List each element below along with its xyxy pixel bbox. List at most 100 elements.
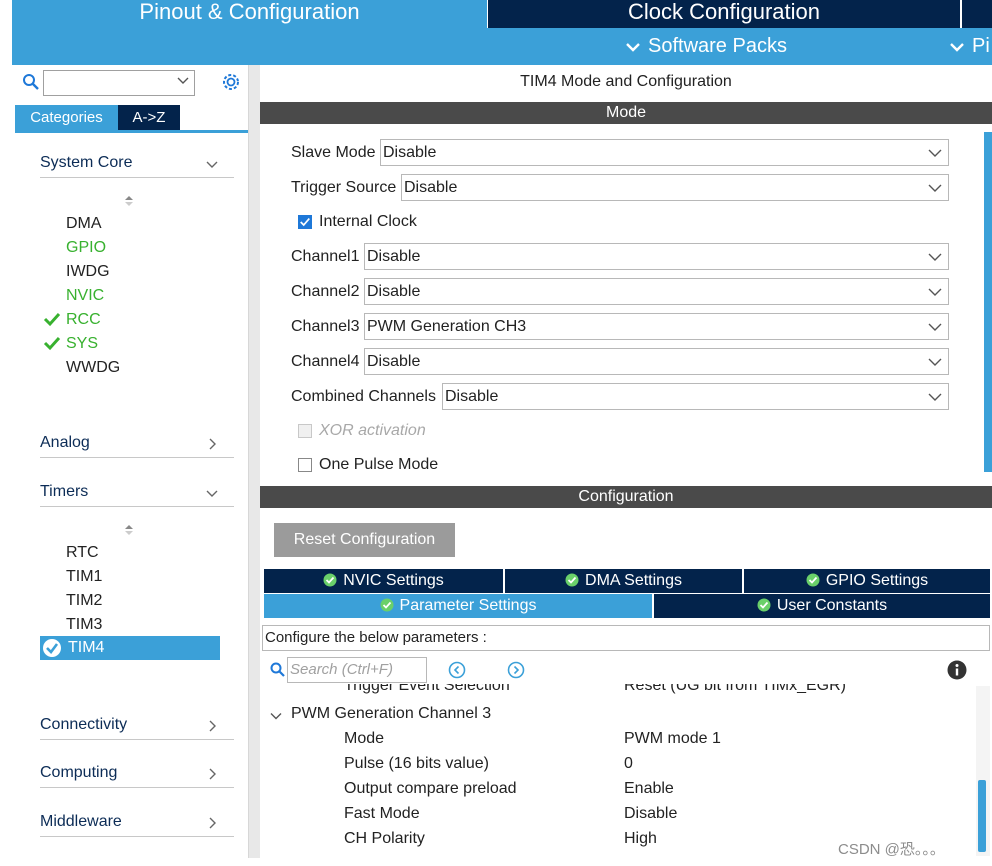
section-system-core[interactable]: System Core	[40, 150, 234, 178]
tab-parameter-settings[interactable]: Parameter Settings	[264, 594, 652, 618]
check-icon	[43, 312, 61, 327]
channel1-select[interactable]: Disable	[364, 243, 949, 270]
combined-channels-select[interactable]: Disable	[442, 383, 949, 410]
sidebar-item-gpio[interactable]: GPIO	[66, 238, 106, 258]
chevron-right-icon	[209, 720, 216, 732]
section-system-core-label: System Core	[40, 154, 133, 171]
chevron-right-circle-icon[interactable]	[507, 661, 525, 679]
section-analog[interactable]: Analog	[40, 430, 234, 458]
internal-clock-checkbox[interactable]	[298, 215, 312, 229]
slave-mode-value: Disable	[383, 144, 437, 161]
search-icon[interactable]	[22, 73, 40, 91]
tab-pinout-configuration[interactable]: Pinout & Configuration	[12, 0, 487, 28]
param-name: Output compare preload	[344, 780, 517, 797]
tab-parameter-label: Parameter Settings	[399, 597, 537, 614]
panel-splitter[interactable]	[249, 65, 260, 860]
section-connectivity[interactable]: Connectivity	[40, 712, 234, 740]
tab-user-constants[interactable]: User Constants	[654, 594, 990, 618]
sidebar-item-nvic[interactable]: NVIC	[66, 286, 104, 306]
combined-channels-label: Combined Channels	[291, 388, 436, 405]
chevron-down-icon	[177, 77, 189, 84]
param-group-pwm-ch3[interactable]: PWM Generation Channel 3	[291, 704, 491, 724]
sidebar-search-combo[interactable]	[43, 70, 195, 96]
mode-section-bar: Mode	[260, 102, 992, 124]
section-middleware[interactable]: Middleware	[40, 809, 234, 837]
slave-mode-select[interactable]: Disable	[380, 139, 949, 166]
section-analog-label: Analog	[40, 434, 90, 451]
channel1-value: Disable	[367, 248, 421, 265]
param-value[interactable]: 0	[624, 754, 633, 774]
section-timers[interactable]: Timers	[40, 479, 234, 507]
section-timers-label: Timers	[40, 483, 89, 500]
configure-hint: Configure the below parameters :	[262, 625, 990, 651]
reset-configuration-button[interactable]: Reset Configuration	[274, 523, 455, 557]
section-computing-label: Computing	[40, 764, 118, 781]
internal-clock-label: Internal Clock	[319, 213, 417, 230]
param-value[interactable]: Reset (UG bit from TIMx_EGR)	[624, 684, 846, 696]
channel2-select[interactable]: Disable	[364, 278, 949, 305]
chevron-down-icon	[206, 161, 218, 168]
chevron-left-circle-icon[interactable]	[448, 661, 466, 679]
param-value[interactable]: Enable	[624, 779, 674, 799]
section-computing[interactable]: Computing	[40, 760, 234, 788]
chevron-right-icon	[209, 438, 216, 450]
info-icon[interactable]	[947, 660, 967, 680]
tab-categories[interactable]: Categories	[15, 105, 118, 131]
check-circle-icon	[43, 639, 61, 657]
tab-dma-settings[interactable]: DMA Settings	[505, 569, 742, 593]
chevron-down-icon	[928, 253, 942, 261]
param-name: Mode	[344, 730, 385, 747]
sort-icon[interactable]	[123, 194, 135, 208]
sidebar-item-tim3[interactable]: TIM3	[66, 615, 102, 635]
parameter-search-input[interactable]: Search (Ctrl+F)	[287, 657, 427, 683]
sidebar-item-dma[interactable]: DMA	[66, 214, 102, 234]
tab-nvic-settings[interactable]: NVIC Settings	[264, 569, 503, 593]
trigger-source-label: Trigger Source	[291, 179, 397, 196]
param-name: Fast Mode	[344, 805, 420, 822]
channel4-value: Disable	[367, 353, 421, 370]
top-tab-bar: Pinout & Configuration Clock Configurati…	[0, 0, 992, 28]
tab-gpio-settings[interactable]: GPIO Settings	[744, 569, 990, 593]
chevron-down-icon	[928, 149, 942, 157]
sort-icon[interactable]	[123, 523, 135, 537]
sidebar-item-tim2[interactable]: TIM2	[66, 591, 102, 611]
sidebar-item-rtc[interactable]: RTC	[66, 543, 99, 563]
param-value[interactable]: Disable	[624, 804, 677, 824]
check-circle-icon	[380, 598, 394, 612]
sidebar-item-sys[interactable]: SYS	[66, 334, 98, 354]
tab-clock-configuration[interactable]: Clock Configuration	[488, 0, 960, 28]
parameter-tree: Trigger Event Selection Reset (UG bit fr…	[262, 684, 976, 856]
chevron-down-icon	[928, 393, 942, 401]
channel4-select[interactable]: Disable	[364, 348, 949, 375]
trigger-source-select[interactable]: Disable	[401, 174, 949, 201]
mode-scrollbar[interactable]	[984, 132, 992, 472]
one-pulse-mode-checkbox[interactable]	[298, 458, 312, 472]
param-value[interactable]: High	[624, 829, 657, 849]
chevron-down-icon	[928, 288, 942, 296]
xor-activation-label: XOR activation	[319, 422, 426, 439]
chevron-right-icon	[209, 768, 216, 780]
chevron-down-icon[interactable]	[270, 710, 282, 722]
chevron-down-icon	[206, 490, 218, 497]
sidebar-item-tim4[interactable]: TIM4	[68, 638, 104, 658]
pinout-menu[interactable]: Pi	[948, 34, 990, 58]
software-packs-label: Software Packs	[648, 35, 787, 57]
param-name: CH Polarity	[344, 830, 425, 847]
gear-icon[interactable]	[220, 71, 242, 93]
sidebar-item-tim1[interactable]: TIM1	[66, 567, 102, 587]
channel3-value: PWM Generation CH3	[367, 318, 527, 335]
sidebar-item-rcc[interactable]: RCC	[66, 310, 101, 330]
param-value[interactable]: PWM mode 1	[624, 729, 721, 749]
sidebar-item-wwdg[interactable]: WWDG	[66, 358, 120, 378]
tab-a-to-z[interactable]: A->Z	[118, 105, 180, 131]
chevron-down-icon	[928, 358, 942, 366]
check-circle-icon	[565, 573, 579, 587]
sidebar-item-iwdg[interactable]: IWDG	[66, 262, 110, 282]
software-packs-menu[interactable]: Software Packs	[624, 34, 787, 58]
sidebar-item-tim4-selected[interactable]	[40, 636, 220, 660]
section-connectivity-label: Connectivity	[40, 716, 128, 733]
channel3-select[interactable]: PWM Generation CH3	[364, 313, 949, 340]
secondary-menu-bar: Software Packs Pi	[12, 28, 992, 65]
tab-user-constants-label: User Constants	[776, 597, 888, 614]
parameter-scrollbar-thumb[interactable]	[978, 780, 986, 852]
